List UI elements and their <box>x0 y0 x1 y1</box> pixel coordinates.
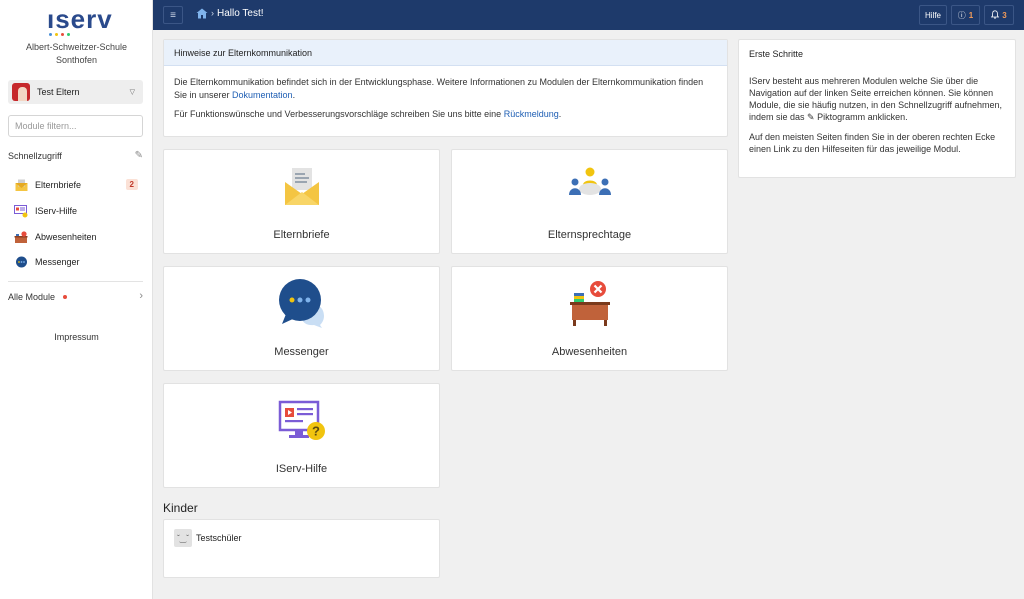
chat-icon <box>14 255 28 269</box>
sidebar-item-label: Messenger <box>35 257 80 267</box>
letter-icon <box>14 178 28 192</box>
school-line-2: Sonthofen <box>55 55 98 65</box>
help-monitor-icon <box>14 204 28 218</box>
absence-icon <box>14 230 28 244</box>
info-icon: ⓘ <box>957 10 966 20</box>
meeting-icon <box>567 165 613 205</box>
impressum-link[interactable]: Impressum <box>0 332 153 342</box>
menu-toggle-button[interactable]: ≡ <box>163 6 183 24</box>
chat-icon <box>278 278 326 330</box>
first-steps-panel: Erste Schritte IServ besteht aus mehrere… <box>738 39 1016 178</box>
bell-icon <box>991 9 1000 21</box>
chevron-right-icon: › <box>139 290 143 302</box>
notice-text-2-end: . <box>558 109 562 119</box>
new-indicator-dot <box>63 295 68 299</box>
first-steps-text-1b: Piktogramm anklicken. <box>814 112 908 122</box>
sidebar-item-label: Elternbriefe <box>35 180 82 190</box>
user-name: Test Eltern <box>37 87 80 97</box>
sidebar-item-elternbriefe[interactable]: Elternbriefe 2 <box>8 174 143 196</box>
tile-label: Abwesenheiten <box>551 346 628 358</box>
tile-iserv-hilfe[interactable]: ? IServ-Hilfe <box>163 383 440 488</box>
notice-body: Die Elternkommunikation befindet sich in… <box>164 66 727 137</box>
all-modules-label: Alle Module <box>8 292 56 302</box>
feedback-link[interactable]: Rückmeldung <box>504 109 559 119</box>
notification-count: 3 <box>1002 10 1007 20</box>
sidebar: ıserv Albert-Schweitzer-Schule Sonthofen… <box>0 0 153 599</box>
school-line-1: Albert-Schweitzer-Schule <box>25 42 128 52</box>
tile-label: IServ-Hilfe <box>275 463 328 475</box>
help-label: Hilfe <box>924 10 941 20</box>
quick-access-label: Schnellzugriff <box>8 151 62 161</box>
notice-heading: Hinweise zur Elternkommunikation <box>164 40 727 66</box>
children-heading: Kinder <box>163 501 198 515</box>
tile-elternsprechtage[interactable]: Elternsprechtage <box>451 149 728 254</box>
sidebar-item-iserv-hilfe[interactable]: IServ-Hilfe <box>8 200 143 222</box>
info-count: 1 <box>968 10 974 20</box>
unread-badge: 2 <box>125 179 138 190</box>
tile-abwesenheiten[interactable]: Abwesenheiten <box>451 266 728 371</box>
edit-icon: ✎ <box>807 112 815 122</box>
tile-elternbriefe[interactable]: Elternbriefe <box>163 149 440 254</box>
tile-label: Messenger <box>274 346 329 358</box>
documentation-link[interactable]: Dokumentation <box>232 90 293 100</box>
notice-paragraph-2: Für Funktionswünsche und Verbesserungsvo… <box>174 108 717 121</box>
breadcrumb-separator: › <box>211 8 214 18</box>
logo-dots <box>49 33 70 36</box>
notice-paragraph-1: Die Elternkommunikation befindet sich in… <box>174 76 717 102</box>
notice-text-2: Für Funktionswünsche und Verbesserungsvo… <box>174 109 504 119</box>
home-icon[interactable] <box>196 8 208 21</box>
iserv-logo[interactable]: ıserv <box>47 6 112 38</box>
logo-text: ıserv <box>47 4 113 34</box>
edit-icon[interactable]: ✎ <box>135 150 143 161</box>
sidebar-divider <box>8 281 143 282</box>
module-filter-input[interactable] <box>8 115 143 137</box>
first-steps-title: Erste Schritte <box>749 49 804 59</box>
children-panel: ˇ‿ˇ Testschüler <box>163 519 440 578</box>
hamburger-icon: ≡ <box>170 9 176 21</box>
parent-communication-notice: Hinweise zur Elternkommunikation Die Elt… <box>163 39 728 137</box>
top-bar: ≡ › Hallo Test! Hilfe ⓘ 1 3 <box>153 0 1024 30</box>
info-button[interactable]: ⓘ 1 <box>951 5 980 25</box>
user-avatar <box>12 83 30 101</box>
sidebar-item-messenger[interactable]: Messenger <box>8 251 143 273</box>
child-name: Testschüler <box>196 533 242 543</box>
notifications-button[interactable]: 3 <box>984 5 1014 25</box>
help-button[interactable]: Hilfe <box>919 5 947 25</box>
letter-icon <box>283 166 321 208</box>
tile-label: Elternbriefe <box>273 229 330 241</box>
svg-text:?: ? <box>312 424 320 439</box>
quick-access-header: Schnellzugriff ✎ <box>8 150 143 163</box>
help-monitor-icon: ? <box>278 400 326 444</box>
notice-text-1-end: . <box>292 90 296 100</box>
first-steps-paragraph-2: Auf den meisten Seiten finden Sie in der… <box>749 132 996 154</box>
page-title: Hallo Test! <box>217 8 264 19</box>
absence-icon <box>568 280 612 328</box>
first-steps-paragraph-1: IServ besteht aus mehreren Modulen welch… <box>749 75 1005 123</box>
child-entry[interactable]: ˇ‿ˇ Testschüler <box>174 529 242 547</box>
tile-label: Elternsprechtage <box>547 229 632 241</box>
user-menu[interactable]: Test Eltern ▽ <box>8 80 143 104</box>
caret-down-icon: ▽ <box>129 89 135 96</box>
sidebar-item-abwesenheiten[interactable]: Abwesenheiten <box>8 226 143 248</box>
tile-messenger[interactable]: Messenger <box>163 266 440 371</box>
sidebar-item-label: Abwesenheiten <box>35 232 97 242</box>
child-avatar: ˇ‿ˇ <box>174 529 192 547</box>
all-modules-link[interactable]: Alle Module › <box>8 290 143 304</box>
sidebar-item-label: IServ-Hilfe <box>35 206 78 216</box>
school-name: Albert-Schweitzer-Schule Sonthofen <box>0 41 153 67</box>
